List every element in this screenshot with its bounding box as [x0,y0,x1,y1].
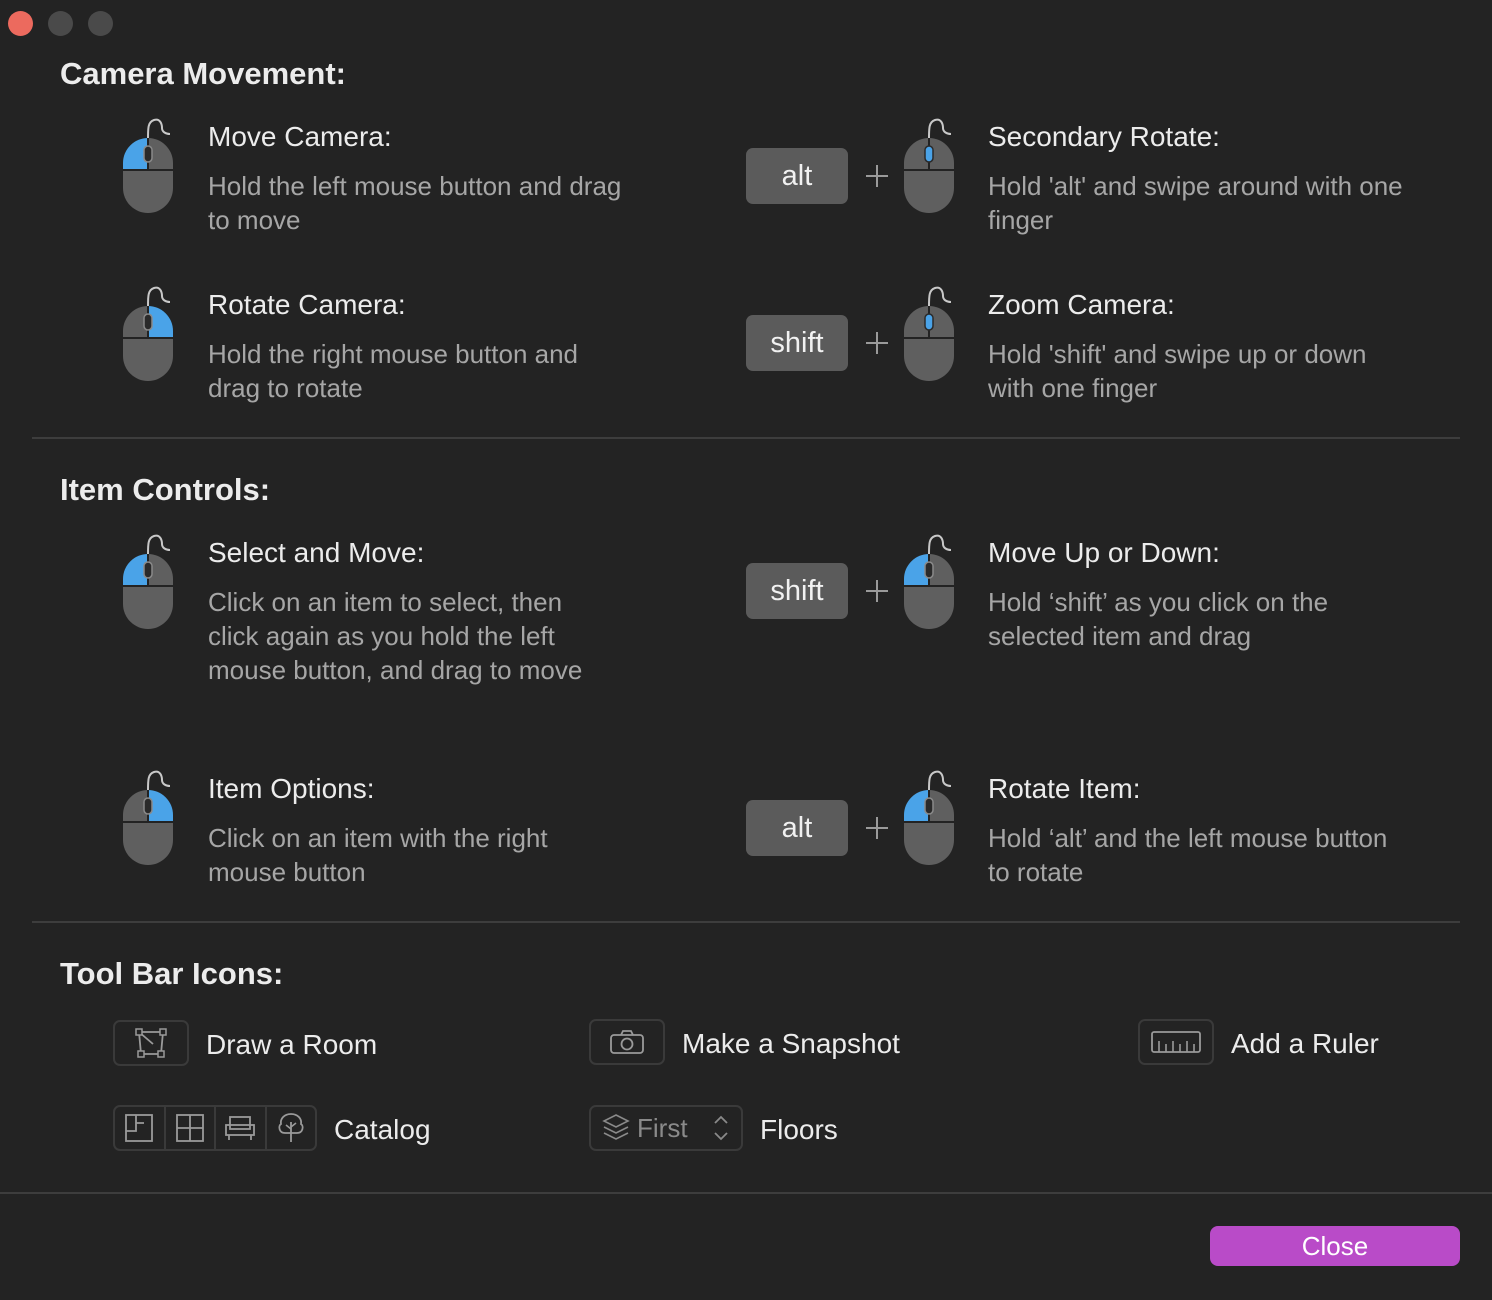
close-window-button[interactable] [8,11,33,36]
item-title: Rotate Item: [988,773,1141,804]
item-description: Hold 'alt' and swipe around with one fin… [988,171,1403,235]
catalog-rooms-segment[interactable] [115,1107,166,1149]
floors-label: Floors [760,1114,838,1145]
scroll-wheel-mouse-icon [903,118,955,214]
sofa-icon [225,1116,256,1140]
footer-divider [0,1192,1492,1194]
section-title-toolbar-icons: Tool Bar Icons: [60,956,284,991]
alt-key: alt [746,148,848,204]
draw-room-label: Draw a Room [206,1029,378,1060]
tree-icon [278,1113,304,1142]
item-title: Select and Move: [208,537,425,568]
item-description: Hold the right mouse button and drag to … [208,339,579,403]
section-divider [32,921,1460,923]
camera-icon [610,1030,644,1054]
catalog-plants-segment[interactable] [267,1107,316,1149]
section-title-camera: Camera Movement: [60,56,346,91]
ruler-label: Add a Ruler [1231,1028,1379,1059]
item-description: Hold 'shift' and swipe up or down with o… [988,339,1367,403]
shift-key: shift [746,563,848,619]
item-description: Hold ‘shift’ as you click on the selecte… [988,587,1329,651]
item-title: Secondary Rotate: [988,121,1220,152]
catalog-windows-segment[interactable] [166,1107,216,1149]
item-title: Item Options: [208,773,375,804]
chevron-up-down-icon [713,1115,728,1141]
section-divider [32,437,1460,439]
plus-icon [865,816,889,840]
item-title: Rotate Camera: [208,289,406,320]
catalog-segmented-control[interactable] [113,1105,317,1151]
catalog-furniture-segment[interactable] [216,1107,267,1149]
section-title-item-controls: Item Controls: [60,472,271,507]
ruler-button[interactable] [1138,1019,1214,1065]
floors-selector-value: First [637,1112,688,1143]
plus-icon [865,164,889,188]
left-click-mouse-icon [122,118,174,214]
scroll-wheel-mouse-icon [903,286,955,382]
alt-key: alt [746,800,848,856]
snapshot-label: Make a Snapshot [682,1028,900,1059]
left-click-mouse-icon [903,770,955,866]
item-title: Zoom Camera: [988,289,1175,320]
catalog-label: Catalog [334,1114,431,1145]
layers-icon [602,1114,630,1140]
item-description: Click on an item with the right mouse bu… [208,823,548,887]
floorplan-icon [125,1114,154,1142]
draw-room-icon [135,1028,167,1058]
minimize-window-button[interactable] [48,11,73,36]
item-description: Click on an item to select, then click a… [208,587,583,685]
zoom-window-button[interactable] [88,11,113,36]
window-icon [175,1114,204,1142]
left-click-mouse-icon [122,534,174,630]
right-click-mouse-icon [122,770,174,866]
close-button[interactable]: Close [1210,1226,1460,1266]
item-title: Move Camera: [208,121,392,152]
floors-selector[interactable]: First [589,1105,743,1151]
shift-key: shift [746,315,848,371]
draw-room-button[interactable] [113,1020,189,1066]
snapshot-button[interactable] [589,1019,665,1065]
item-title: Move Up or Down: [988,537,1220,568]
item-description: Hold the left mouse button and drag to m… [208,171,622,235]
window-controls [8,11,113,36]
left-click-mouse-icon [903,534,955,630]
ruler-icon [1151,1031,1201,1053]
right-click-mouse-icon [122,286,174,382]
item-description: Hold ‘alt’ and the left mouse button to … [988,823,1388,887]
plus-icon [865,331,889,355]
plus-icon [865,579,889,603]
